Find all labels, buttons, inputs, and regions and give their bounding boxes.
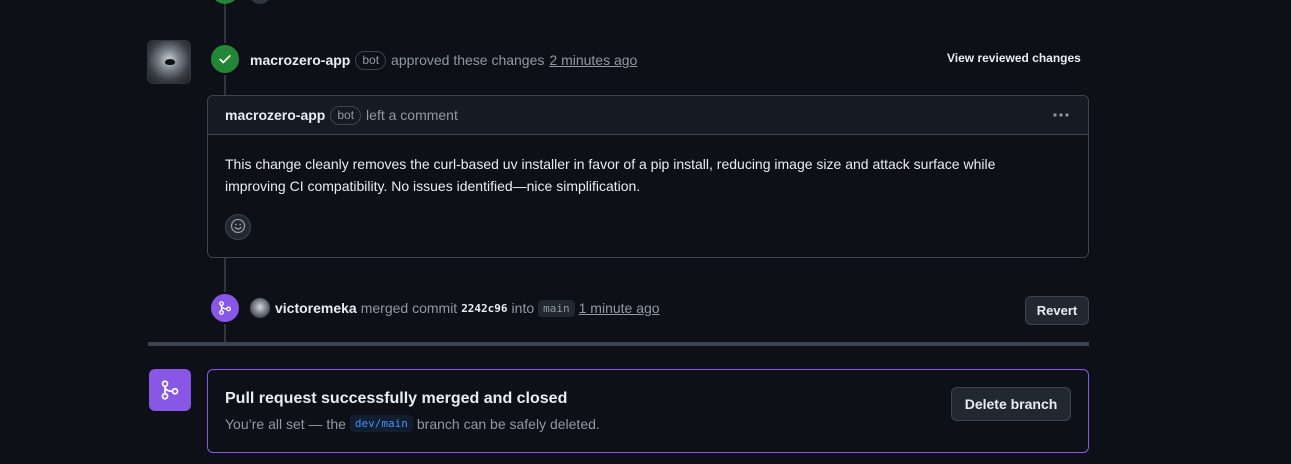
merger-avatar[interactable] [250,298,270,318]
merged-sub-suffix: branch can be safely deleted. [416,415,600,432]
merged-status-icon [149,369,191,411]
merge-author-link[interactable]: victoremeka [275,300,357,316]
add-reaction-button[interactable] [225,214,251,240]
commit-sha-link[interactable]: 2242c96 [461,302,507,315]
merged-sub-prefix: You’re all set — the [225,415,346,432]
comment-header: macrozero-app bot left a comment [208,96,1088,135]
base-branch-chip[interactable]: main [538,299,575,317]
merge-action-text: merged commit [360,300,458,316]
merge-event-line: victoremeka merged commit 2242c96 into m… [250,298,660,318]
merged-subtitle: You’re all set — the dev/main branch can… [225,415,600,432]
view-reviewed-changes-link[interactable]: View reviewed changes [947,51,1081,65]
head-branch-chip[interactable]: dev/main [349,415,413,432]
previous-event-badge [211,0,239,4]
into-text: into [511,300,535,316]
revert-button[interactable]: Revert [1025,296,1089,325]
review-comment-box: macrozero-app bot left a comment This ch… [207,95,1089,258]
reviewer-avatar[interactable] [147,40,191,84]
kebab-horizontal-icon[interactable] [1052,105,1070,123]
smiley-icon [230,218,246,237]
previous-event-avatar [250,0,270,4]
review-time-link[interactable]: 2 minutes ago [549,52,637,68]
merged-status-panel: Pull request successfully merged and clo… [207,369,1089,453]
review-author-link[interactable]: macrozero-app [250,52,350,68]
comment-body-line: This change cleanly removes the curl-bas… [225,156,996,172]
delete-branch-button[interactable]: Delete branch [951,387,1071,421]
timeline-line-top [224,0,226,44]
timeline-divider [148,342,1089,346]
bot-label: bot [355,50,387,70]
review-event-line: macrozero-app bot approved these changes… [250,50,637,70]
bot-label: bot [330,105,362,125]
timeline-line-mid [224,74,226,96]
merge-time-link[interactable]: 1 minute ago [579,300,660,316]
comment-action-text: left a comment [366,107,458,123]
comment-body-line: improving CI compatibility. No issues id… [225,178,641,194]
merged-title: Pull request successfully merged and clo… [225,390,568,407]
git-merge-icon [209,292,241,324]
comment-body: This change cleanly removes the curl-bas… [208,135,1088,197]
approved-check-icon [209,43,241,75]
comment-author-link[interactable]: macrozero-app [225,107,325,123]
review-action-text: approved these changes [391,52,545,68]
